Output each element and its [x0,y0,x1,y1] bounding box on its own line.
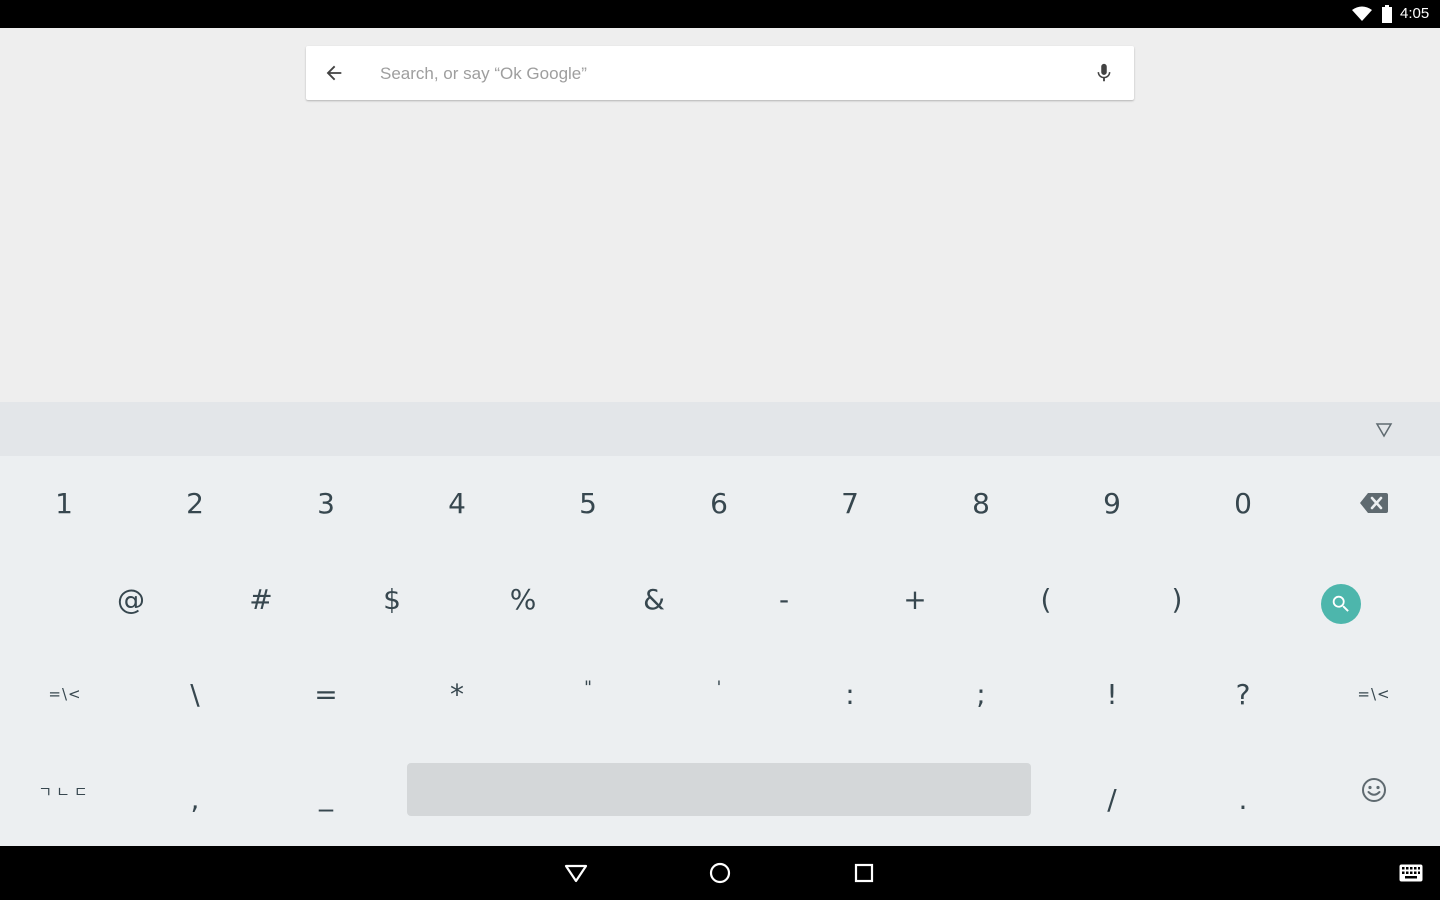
key-underscore[interactable]: _ [266,750,386,840]
key-1[interactable]: 1 [4,458,124,548]
key-at[interactable]: @ [71,554,191,644]
key-colon[interactable]: : [790,649,910,739]
key-4[interactable]: 4 [397,458,517,548]
key-3[interactable]: 3 [266,458,386,548]
key-plus[interactable]: + [855,554,975,644]
key-7[interactable]: 7 [790,458,910,548]
smiley-icon [1362,778,1386,802]
key-double-quote[interactable]: " [528,643,648,733]
voice-search-button[interactable] [1090,59,1118,87]
nav-home-icon [709,862,731,884]
collapse-keyboard-button[interactable] [1372,418,1396,442]
emoji-key[interactable] [1314,745,1434,835]
key-minus[interactable]: - [724,554,844,644]
nav-back-button[interactable] [562,859,590,887]
search-bar [306,46,1134,102]
keyboard-icon [1399,864,1423,882]
triangle-down-icon [1375,423,1393,438]
key-comma[interactable]: , [135,754,255,844]
keyboard-switch-button[interactable] [1396,859,1426,887]
nav-recent-icon [854,863,874,883]
key-5[interactable]: 5 [528,458,648,548]
space-key[interactable] [407,763,1031,816]
back-button[interactable] [320,59,348,87]
language-switch-key[interactable]: ㄱㄴㄷ [5,746,125,836]
key-6[interactable]: 6 [659,458,779,548]
key-single-quote[interactable]: ' [659,643,779,733]
key-period[interactable]: . [1183,754,1303,844]
keyboard: 1 2 3 4 5 6 7 8 9 0 @ # $ % & - + ( ) =\… [0,456,1440,846]
microphone-icon [1097,63,1111,82]
key-8[interactable]: 8 [921,458,1041,548]
backspace-key[interactable] [1314,458,1434,548]
search-input[interactable] [378,46,1072,102]
key-left-paren[interactable]: ( [986,554,1106,644]
search-action-key[interactable] [1321,584,1361,624]
key-0[interactable]: 0 [1183,458,1303,548]
wifi-icon [1352,6,1372,21]
battery-icon [1382,5,1392,23]
status-bar: 4:05 [0,0,1440,28]
key-equals[interactable]: = [266,649,386,739]
key-exclamation[interactable]: ! [1052,649,1172,739]
key-percent[interactable]: % [463,554,583,644]
symbols-toggle-right[interactable]: =\< [1314,649,1434,739]
arrow-back-icon [326,65,342,81]
symbols-toggle-left[interactable]: =\< [5,649,125,739]
key-asterisk[interactable]: * [397,649,517,739]
key-slash[interactable]: / [1052,754,1172,844]
key-hash[interactable]: # [201,554,321,644]
key-ampersand[interactable]: & [594,554,714,644]
status-time: 4:05 [1400,5,1430,22]
key-right-paren[interactable]: ) [1117,554,1237,644]
key-dollar[interactable]: $ [332,554,452,644]
suggestion-strip [0,402,1440,456]
navigation-bar [0,846,1440,900]
key-question[interactable]: ? [1183,649,1303,739]
search-icon [1332,595,1349,612]
backspace-icon [1360,493,1388,513]
key-backslash[interactable]: \ [135,649,255,739]
nav-recent-button[interactable] [850,859,878,887]
nav-home-button[interactable] [706,859,734,887]
key-2[interactable]: 2 [135,458,255,548]
key-9[interactable]: 9 [1052,458,1172,548]
key-semicolon[interactable]: ; [921,649,1041,739]
nav-back-icon [564,864,588,883]
